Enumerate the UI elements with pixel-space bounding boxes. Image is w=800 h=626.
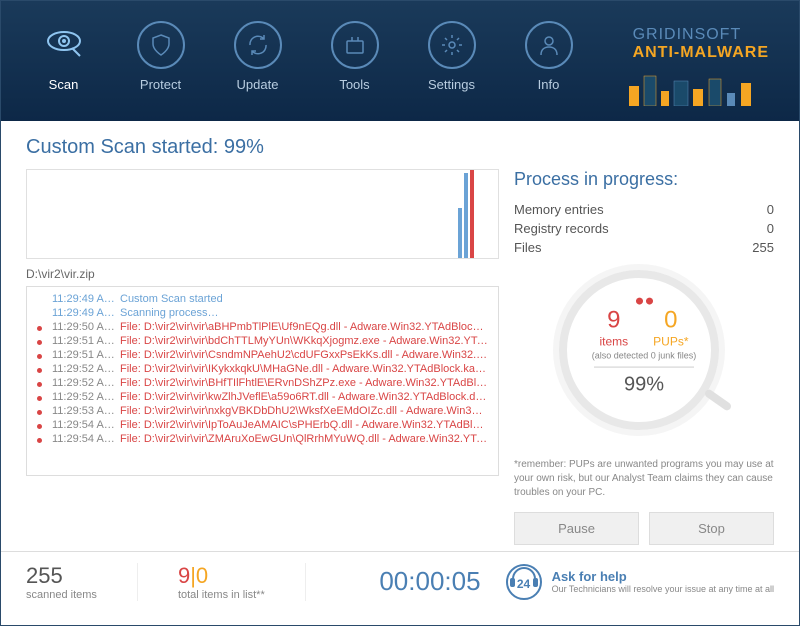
shield-icon (137, 21, 185, 69)
footer-bar: 255 scanned items 9|0 total items in lis… (1, 551, 799, 611)
log-entry: 11:29:54 A…File: D:\vir2\vir\vir\ZMAruXo… (37, 432, 488, 446)
nav-info[interactable]: Info (506, 21, 591, 92)
header-bar: Scan Protect Update Tools (1, 1, 799, 121)
activity-chart (26, 169, 499, 259)
log-entry: 11:29:51 A…File: D:\vir2\vir\vir\CsndmNP… (37, 348, 488, 362)
progress-title: Process in progress: (514, 169, 774, 190)
nav-update[interactable]: Update (215, 21, 300, 92)
eye-scan-icon (40, 21, 88, 69)
log-entry: 11:29:51 A…File: D:\vir2\vir\vir\bdChTTL… (37, 334, 488, 348)
items-count: 9 (599, 307, 628, 335)
log-entry: 11:29:50 A…File: D:\vir2\vir\vir\aBHPmbT… (37, 320, 488, 334)
footer-total: 9|0 total items in list** (178, 563, 306, 601)
nav-label: Protect (140, 77, 181, 92)
stat-memory: Memory entries0 (514, 202, 774, 217)
nav-label: Scan (49, 77, 79, 92)
ask-for-help[interactable]: 24 Ask for help Our Technicians will res… (506, 564, 774, 600)
progress-gauge: 9items 0PUPs* (also detected 0 junk file… (559, 270, 729, 440)
log-entry: 11:29:49 A…Scanning process… (37, 306, 488, 320)
progress-percent: 99% (574, 374, 714, 397)
pups-count: 0 (653, 307, 688, 335)
log-entry: 11:29:53 A…File: D:\vir2\vir\vir\nxkgVBK… (37, 404, 488, 418)
log-entry: 11:29:52 A…File: D:\vir2\vir\vir\BHfTIlF… (37, 376, 488, 390)
skyline-graphic (619, 71, 769, 106)
nav-scan[interactable]: Scan (21, 21, 106, 92)
current-file-path: D:\vir2\vir.zip (26, 267, 499, 281)
user-icon (525, 21, 573, 69)
pup-disclaimer: *remember: PUPs are unwanted programs yo… (514, 458, 774, 500)
pause-button[interactable]: Pause (514, 512, 639, 545)
scan-log[interactable]: 11:29:49 A…Custom Scan started11:29:49 A… (26, 286, 499, 476)
stat-files: Files255 (514, 240, 774, 255)
log-entry: 11:29:49 A…Custom Scan started (37, 292, 488, 306)
nav-label: Settings (428, 77, 475, 92)
log-entry: 11:29:54 A…File: D:\vir2\vir\vir\IpToAuJ… (37, 418, 488, 432)
log-entry: 11:29:52 A…File: D:\vir2\vir\vir\kwZlhJV… (37, 390, 488, 404)
refresh-icon (234, 21, 282, 69)
nav-label: Update (237, 77, 279, 92)
elapsed-timer: 00:00:05 (379, 566, 480, 597)
nav-label: Info (538, 77, 560, 92)
nav-protect[interactable]: Protect (118, 21, 203, 92)
footer-scanned: 255 scanned items (26, 563, 138, 601)
support-24-icon: 24 (506, 564, 542, 600)
tools-icon (331, 21, 379, 69)
stat-registry: Registry records0 (514, 221, 774, 236)
brand-logo: GRIDINSOFT ANTI-MALWARE (633, 26, 769, 62)
junk-note: (also detected 0 junk files) (574, 351, 714, 361)
scan-status-title: Custom Scan started: 99% (26, 136, 774, 159)
log-entry: 11:29:52 A…File: D:\vir2\vir\vir\IKykxkq… (37, 362, 488, 376)
gear-icon (428, 21, 476, 69)
nav-label: Tools (339, 77, 369, 92)
nav-settings[interactable]: Settings (409, 21, 494, 92)
nav-tools[interactable]: Tools (312, 21, 397, 92)
stop-button[interactable]: Stop (649, 512, 774, 545)
